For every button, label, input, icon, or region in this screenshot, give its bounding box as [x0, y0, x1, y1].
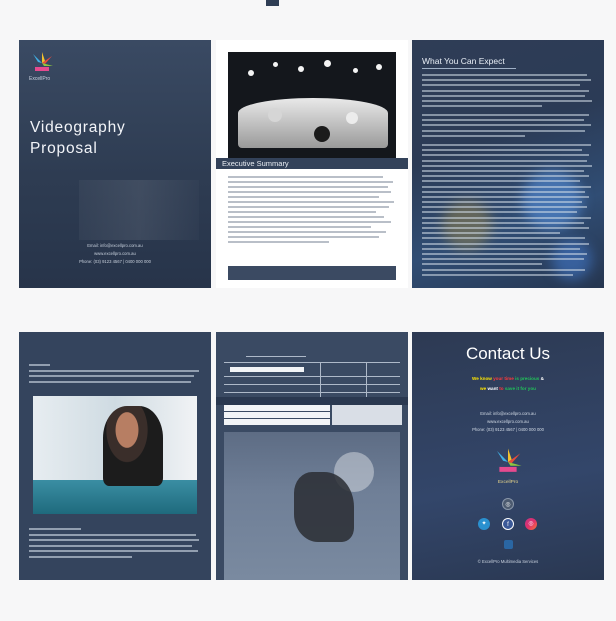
contact-website: www.excellpro.com.au	[487, 419, 529, 424]
table-rule	[224, 392, 400, 393]
body-text	[228, 176, 396, 246]
tagline-word: want	[487, 386, 498, 391]
body-text	[422, 74, 594, 110]
tagline-word: to	[499, 386, 504, 391]
logo-caption: ExcellPro	[29, 76, 51, 82]
videographer-photo	[33, 396, 197, 514]
footer-text: © ExcellPro Multimedia Services	[477, 559, 539, 564]
table-cell	[224, 419, 330, 425]
instagram-icon[interactable]: ◎	[525, 518, 537, 530]
body-text	[422, 114, 594, 140]
pricing-table	[216, 332, 408, 432]
contact-details: Email: info@excellpro.com.au www.excellp…	[412, 410, 604, 434]
page-thumbnail-pricing[interactable]	[216, 332, 408, 580]
contact-website: www.excellpro.com.au	[94, 251, 136, 256]
camera-operator-photo	[224, 432, 400, 580]
table-cell	[332, 405, 402, 425]
twitter-icon[interactable]: ✦	[478, 518, 490, 530]
table-header-row	[216, 397, 408, 405]
studio-photo	[228, 52, 396, 158]
page-thumbnail-contact[interactable]: Contact Us We know your time is precious…	[412, 332, 604, 580]
tagline-word: is precious	[515, 376, 540, 381]
facebook-icon[interactable]: f	[502, 518, 514, 530]
tagline-word: &	[540, 376, 544, 381]
contact-title: Contact Us	[465, 344, 551, 363]
page-thumbnail-approach[interactable]	[19, 332, 211, 580]
table-rule	[246, 356, 306, 357]
top-tab-marker	[266, 0, 279, 6]
tagline-word: save it for you	[504, 386, 536, 391]
tagline-word: We know	[472, 376, 492, 381]
table-cell	[230, 367, 304, 372]
contact-email: Email: info@excellpro.com.au	[480, 411, 536, 416]
page-thumbnail-executive-summary[interactable]: Executive Summary	[216, 40, 408, 288]
logo-caption: ExcellPro	[497, 480, 519, 485]
body-text	[422, 144, 594, 279]
background-image	[79, 180, 199, 240]
body-text	[29, 528, 201, 561]
linkedin-icon[interactable]	[504, 540, 513, 549]
title-line-2: Proposal	[30, 140, 98, 157]
section-title: Executive Summary	[216, 158, 408, 169]
brand-logo-icon	[33, 52, 53, 71]
title-underline	[422, 68, 516, 69]
tagline-word: your time	[493, 376, 514, 381]
table-rule	[224, 362, 400, 363]
contact-phone: Phone: (03) 9123 4567 | 0400 000 000	[79, 259, 151, 264]
section-title: What You Can Expect	[422, 56, 505, 66]
footer-bar	[228, 266, 396, 280]
instagram-icon[interactable]: ◎	[502, 498, 514, 510]
page-thumbnail-what-you-can-expect[interactable]: What You Can Expect	[412, 40, 604, 288]
cover-title: Videography Proposal	[30, 117, 126, 159]
table-rule	[366, 362, 367, 398]
table-rule	[224, 384, 400, 385]
tagline: We know your time is precious & we want …	[412, 374, 604, 394]
contact-phone: Phone: (03) 9123 4567 | 0400 000 000	[472, 427, 544, 432]
brand-logo-icon	[496, 448, 522, 472]
body-text	[29, 364, 201, 386]
table-cell	[224, 405, 330, 411]
table-rule	[320, 362, 321, 398]
tagline-word: we	[480, 386, 487, 391]
table-cell	[224, 412, 330, 418]
title-line-1: Videography	[30, 119, 126, 136]
page-thumbnail-cover[interactable]: ExcellPro Videography Proposal Email: in…	[19, 40, 211, 288]
table-rule	[224, 376, 400, 377]
cover-contact: Email: info@excellpro.com.au www.excellp…	[19, 242, 211, 266]
contact-email: Email: info@excellpro.com.au	[87, 243, 143, 248]
